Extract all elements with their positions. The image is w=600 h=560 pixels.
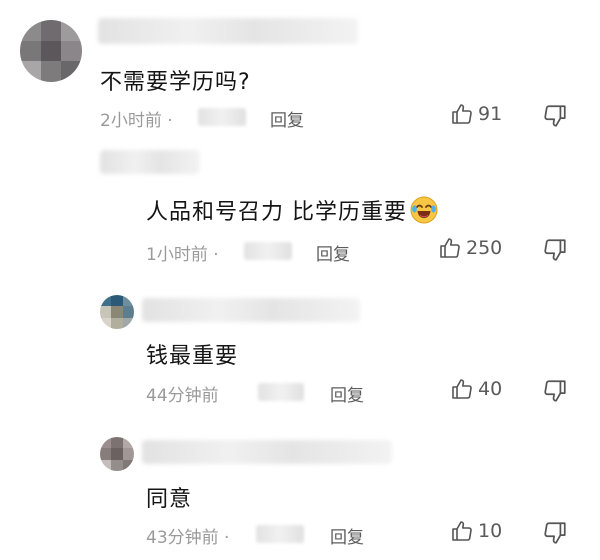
avatar[interactable]: [20, 20, 82, 82]
comment-text: 钱最重要: [146, 344, 239, 369]
like-button[interactable]: 250: [438, 236, 502, 260]
like-button[interactable]: 91: [450, 102, 502, 126]
thumbs-up-icon: [452, 104, 472, 124]
location-blurred: [256, 525, 304, 543]
avatar[interactable]: [100, 437, 134, 471]
reply-button[interactable]: 回复: [330, 523, 364, 548]
thumbs-down-icon: [544, 105, 566, 127]
comment-text-content: 人品和号召力 比学历重要: [146, 200, 407, 225]
location-blurred: [244, 242, 292, 260]
username-blurred[interactable]: [98, 18, 358, 44]
like-button[interactable]: 10: [450, 519, 502, 543]
username-blurred[interactable]: [100, 150, 200, 174]
like-button[interactable]: 40: [450, 377, 502, 401]
dislike-button[interactable]: [542, 103, 568, 129]
timestamp: 44分钟前: [146, 386, 219, 406]
thumbs-up-icon: [440, 238, 460, 258]
dislike-button[interactable]: [542, 520, 568, 546]
location-blurred: [258, 383, 304, 401]
thumbs-down-icon: [544, 522, 566, 544]
location-blurred: [198, 108, 246, 126]
like-count: 40: [478, 378, 503, 400]
like-count: 91: [478, 103, 503, 125]
comment-text: 人品和号召力 比学历重要: [146, 194, 439, 226]
like-count: 250: [466, 237, 503, 259]
thumbs-down-icon: [544, 239, 566, 261]
like-count: 10: [478, 520, 503, 542]
comment-text: 同意: [146, 487, 193, 512]
reply-button[interactable]: 回复: [316, 240, 350, 265]
dislike-button[interactable]: [542, 237, 568, 263]
crying-laughing-emoji-icon: [410, 196, 438, 224]
dislike-button[interactable]: [542, 378, 568, 404]
reply-button[interactable]: 回复: [330, 381, 364, 406]
comment-text: 不需要学历吗?: [100, 70, 251, 95]
username-blurred[interactable]: [142, 440, 392, 464]
thumbs-up-icon: [452, 379, 472, 399]
thumbs-down-icon: [544, 380, 566, 402]
reply-button[interactable]: 回复: [270, 106, 304, 131]
timestamp: 2小时前 ·: [100, 111, 173, 131]
avatar[interactable]: [100, 295, 134, 329]
thumbs-up-icon: [452, 521, 472, 541]
username-blurred[interactable]: [142, 298, 360, 322]
timestamp: 43分钟前 ·: [146, 528, 230, 548]
timestamp: 1小时前 ·: [146, 245, 219, 265]
